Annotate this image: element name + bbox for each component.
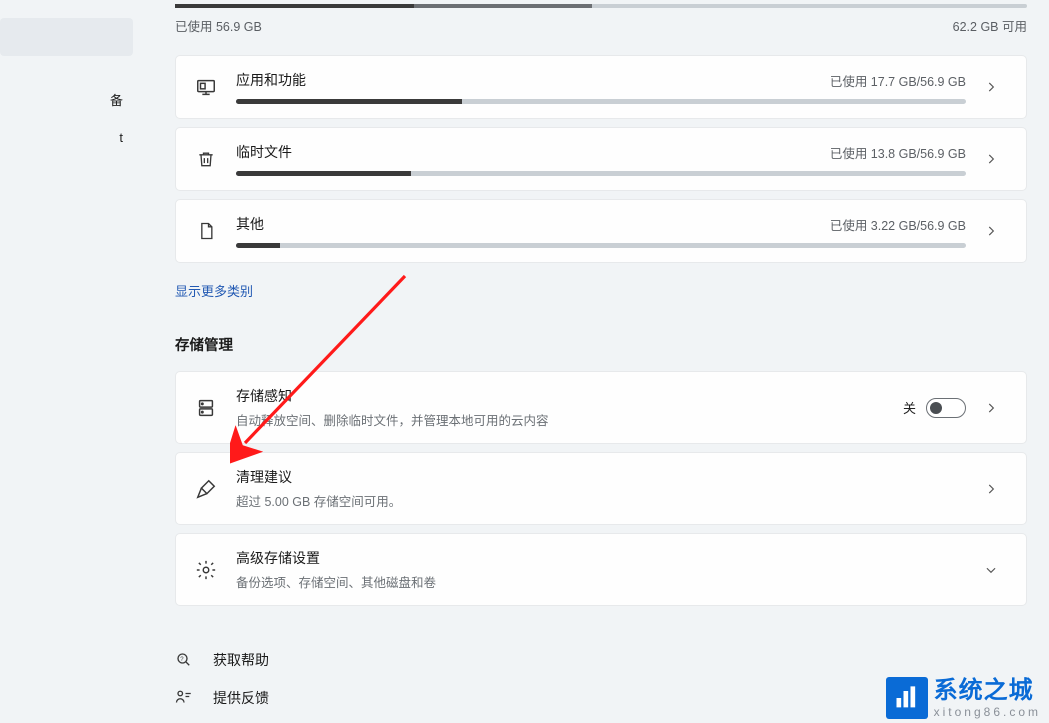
mgmt-subtitle: 自动释放空间、删除临时文件，并管理本地可用的云内容 — [236, 410, 885, 429]
give-feedback-label: 提供反馈 — [213, 688, 269, 708]
category-progress-bar — [236, 171, 966, 176]
chevron-right-icon — [984, 152, 1008, 166]
category-title: 其他 — [236, 214, 264, 234]
chevron-right-icon — [984, 224, 1008, 238]
gear-icon — [194, 559, 218, 581]
overall-used-label: 已使用 56.9 GB — [175, 16, 262, 35]
toggle-state-label: 关 — [903, 398, 916, 417]
db-icon — [194, 397, 218, 419]
svg-text:?: ? — [180, 657, 184, 663]
watermark-url: xitong86.com — [934, 706, 1041, 718]
doc-icon — [194, 221, 218, 241]
trash-icon — [194, 149, 218, 169]
category-title: 临时文件 — [236, 142, 292, 162]
storage-category-trash[interactable]: 临时文件 已使用 13.8 GB/56.9 GB — [175, 127, 1027, 191]
show-more-categories-link[interactable]: 显示更多类别 — [175, 281, 1019, 300]
storage-category-apps[interactable]: 应用和功能 已使用 17.7 GB/56.9 GB — [175, 55, 1027, 119]
overall-bar-temp — [414, 4, 593, 8]
feedback-icon — [175, 689, 195, 707]
chevron-right-icon — [984, 482, 1008, 496]
mgmt-row-broom[interactable]: 清理建议 超过 5.00 GB 存储空间可用。 — [175, 452, 1027, 525]
sidebar-active-item[interactable] — [0, 18, 133, 56]
category-title: 应用和功能 — [236, 70, 306, 90]
mgmt-row-db[interactable]: 存储感知 自动释放空间、删除临时文件，并管理本地可用的云内容 关 — [175, 371, 1027, 444]
mgmt-title: 高级存储设置 — [236, 548, 966, 568]
watermark-logo-icon — [886, 677, 928, 719]
help-icon: ? — [175, 651, 195, 669]
mgmt-title: 存储感知 — [236, 386, 885, 406]
overall-free-label: 62.2 GB 可用 — [953, 16, 1027, 35]
watermark: 系统之城 xitong86.com — [886, 677, 1041, 719]
storage-category-doc[interactable]: 其他 已使用 3.22 GB/56.9 GB — [175, 199, 1027, 263]
chevron-right-icon — [984, 401, 1008, 415]
overall-storage-bar — [175, 4, 1027, 8]
category-usage: 已使用 13.8 GB/56.9 GB — [830, 143, 966, 162]
sidebar-label-2: t — [119, 130, 123, 145]
broom-icon — [194, 478, 218, 500]
sidebar-label-1: 备 — [110, 90, 123, 109]
mgmt-subtitle: 超过 5.00 GB 存储空间可用。 — [236, 491, 966, 510]
mgmt-row-gear[interactable]: 高级存储设置 备份选项、存储空间、其他磁盘和卷 — [175, 533, 1027, 606]
category-usage: 已使用 17.7 GB/56.9 GB — [830, 71, 966, 90]
apps-icon — [194, 76, 218, 98]
chevron-down-icon — [984, 563, 1008, 577]
mgmt-subtitle: 备份选项、存储空间、其他磁盘和卷 — [236, 572, 966, 591]
chevron-right-icon — [984, 80, 1008, 94]
storage-management-header: 存储管理 — [175, 334, 1019, 355]
mgmt-title: 清理建议 — [236, 467, 966, 487]
get-help-label: 获取帮助 — [213, 650, 269, 670]
watermark-title: 系统之城 — [934, 679, 1041, 703]
storage-sense-toggle[interactable] — [926, 398, 966, 418]
category-progress-bar — [236, 99, 966, 104]
overall-bar-apps — [175, 4, 414, 8]
get-help-link[interactable]: ? 获取帮助 — [175, 650, 1019, 670]
category-usage: 已使用 3.22 GB/56.9 GB — [830, 215, 966, 234]
category-progress-bar — [236, 243, 966, 248]
